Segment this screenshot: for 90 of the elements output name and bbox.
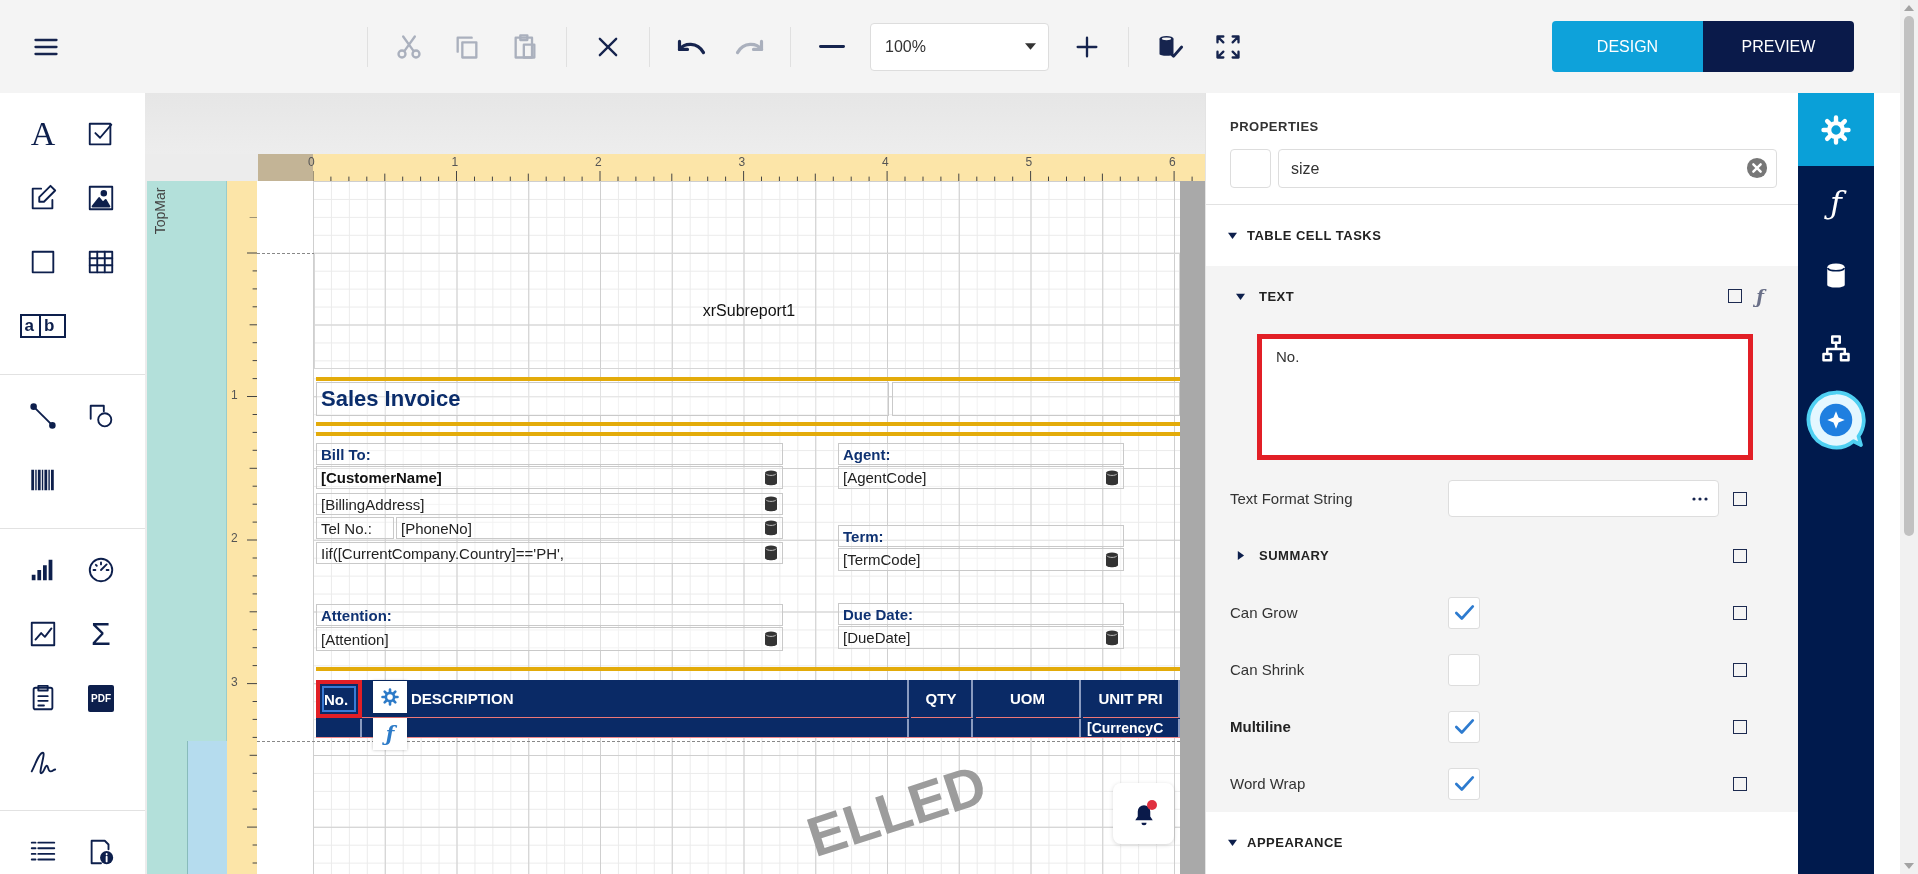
- property-label: Text Format String: [1230, 490, 1354, 507]
- scissors-icon: [395, 32, 423, 61]
- table-header-cell[interactable]: QTY: [911, 680, 973, 718]
- section-header[interactable]: TEXT: [1259, 288, 1295, 304]
- line-icon[interactable]: [28, 401, 58, 431]
- gear-icon: [1821, 114, 1851, 145]
- section-header[interactable]: APPEARANCE: [1247, 835, 1343, 850]
- ruler-number: 6: [1169, 155, 1176, 169]
- band-label: TopMar: [152, 187, 169, 235]
- section-header[interactable]: SUMMARY: [1259, 548, 1330, 563]
- report-title: Sales Invoice: [316, 382, 889, 416]
- fullscreen-icon: [1214, 32, 1242, 61]
- field-value: [TermCode]: [843, 551, 922, 568]
- ruler-number: 3: [738, 155, 746, 169]
- summary-tool[interactable]: Σ: [91, 617, 111, 651]
- side-tab[interactable]: ƒ: [1798, 166, 1874, 239]
- property-label: Can Shrink: [1230, 661, 1306, 678]
- field-caption: Agent:: [838, 443, 1124, 465]
- search-field[interactable]: size: [1278, 149, 1777, 188]
- property-label: Can Grow: [1230, 604, 1299, 621]
- mode-tab[interactable]: PREVIEW: [1703, 21, 1854, 72]
- field-value: [Attention]: [321, 630, 390, 648]
- ruler-number: 4: [882, 155, 889, 169]
- subreport-frame: xrSubreport1: [314, 253, 1180, 369]
- field-value: [PhoneNo]: [401, 519, 473, 537]
- field-value: [BillingAddress]: [321, 495, 426, 513]
- hierarchy-icon: [1821, 333, 1851, 364]
- field-caption: Due Date:: [838, 603, 1124, 625]
- square-icon[interactable]: [1733, 605, 1747, 620]
- ruler-number: 2: [231, 531, 238, 545]
- square-icon[interactable]: [1733, 548, 1747, 563]
- redo-icon: [734, 38, 764, 55]
- minus-icon: [819, 45, 845, 48]
- table-header-cell[interactable]: UOM: [976, 680, 1081, 718]
- collapse-icon[interactable]: [1236, 291, 1245, 301]
- clear-icon[interactable]: [1746, 157, 1768, 179]
- expression-button[interactable]: ƒ: [373, 718, 407, 750]
- ruler-margin: [258, 154, 313, 181]
- field-caption: Term:: [838, 525, 1124, 547]
- section-header[interactable]: TABLE CELL TASKS: [1247, 228, 1382, 243]
- pdf-tool[interactable]: PDF: [88, 684, 114, 712]
- checkbox[interactable]: [1448, 596, 1480, 629]
- zoom-dropdown[interactable]: 100%: [870, 22, 1049, 71]
- property-label: Word Wrap: [1230, 775, 1307, 792]
- category-toggle[interactable]: [1230, 149, 1271, 188]
- undo-icon: [676, 38, 706, 55]
- ruler-number: 1: [451, 155, 459, 169]
- format-field[interactable]: [1448, 480, 1719, 517]
- gauge-icon[interactable]: [86, 555, 116, 585]
- ruler-number: 2: [595, 155, 602, 169]
- line-chart-icon[interactable]: [28, 619, 58, 649]
- field-value: [CustomerName]: [321, 469, 443, 486]
- table-header-cell[interactable]: No.: [316, 680, 362, 718]
- square-icon[interactable]: [1733, 719, 1747, 734]
- settings-button[interactable]: [373, 681, 407, 713]
- field-value: Iif([CurrentCompany.Country]=='PH',: [321, 544, 566, 562]
- scrollbar[interactable]: [1900, 0, 1918, 874]
- gear-icon: [381, 688, 399, 706]
- checkbox[interactable]: [1448, 653, 1480, 686]
- text-editor[interactable]: No.: [1257, 334, 1753, 460]
- square-icon[interactable]: [1733, 491, 1747, 506]
- square-icon[interactable]: [1728, 289, 1743, 303]
- scrollbar-thumb[interactable]: [1904, 16, 1914, 536]
- ruler-number: 1: [231, 387, 238, 402]
- panel-title: PROPERTIES: [1229, 118, 1320, 136]
- field-value: Tel No.:: [316, 517, 394, 539]
- checkbox[interactable]: [1448, 710, 1480, 743]
- field-caption: Attention:: [316, 604, 783, 626]
- label-tool[interactable]: A: [30, 117, 56, 151]
- ruler-number: 3: [231, 674, 238, 689]
- property-label: Multiline: [1230, 718, 1292, 735]
- more-icon[interactable]: [1692, 496, 1708, 501]
- notification-button[interactable]: [1113, 783, 1174, 844]
- watermark-text: ELLED: [800, 756, 993, 866]
- expand-icon[interactable]: [1236, 551, 1245, 560]
- chat-sparkle-icon: [1806, 390, 1866, 450]
- field-value: [AgentCode]: [843, 469, 928, 486]
- collapse-icon[interactable]: [1228, 231, 1237, 240]
- collapse-icon[interactable]: [1228, 838, 1237, 847]
- square-icon[interactable]: [1733, 776, 1747, 791]
- checkbox[interactable]: [1448, 767, 1480, 800]
- ruler-number: 0: [308, 155, 315, 169]
- table-cell: [CurrencyC: [1083, 719, 1180, 737]
- picture-icon[interactable]: [86, 183, 116, 213]
- square-icon[interactable]: [1733, 662, 1747, 677]
- field-value: [DueDate]: [843, 629, 912, 646]
- ruler-number: 5: [1025, 155, 1033, 169]
- table-header-cell[interactable]: UNIT PRI: [1083, 680, 1180, 718]
- field-caption: Bill To:: [316, 443, 783, 465]
- caret-icon: [1025, 43, 1036, 50]
